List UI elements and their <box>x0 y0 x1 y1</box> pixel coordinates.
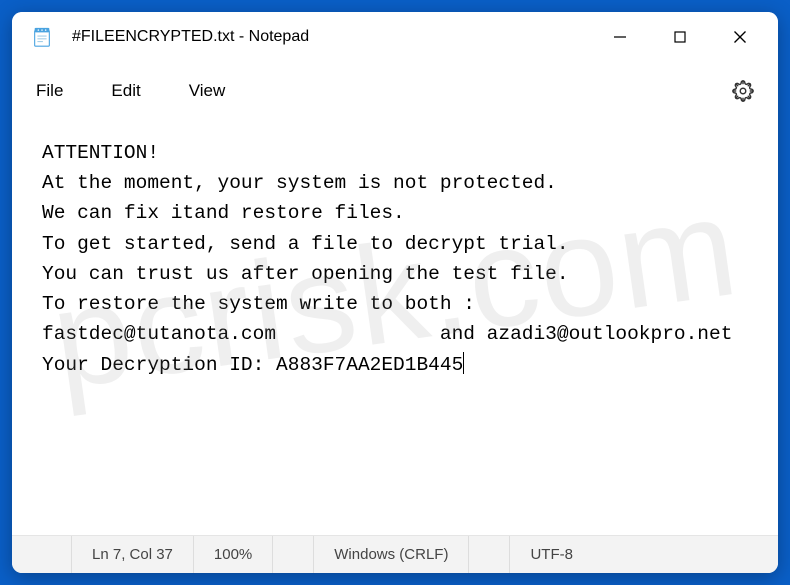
statusbar: Ln 7, Col 37 100% Windows (CRLF) UTF-8 <box>12 535 778 573</box>
text-line: Your Decryption ID: A883F7AA2ED1B445 <box>42 354 463 376</box>
status-cursor-position: Ln 7, Col 37 <box>72 536 194 573</box>
text-line: We can fix itand restore files. <box>42 202 405 224</box>
minimize-button[interactable] <box>590 17 650 57</box>
text-line: To get started, send a file to decrypt t… <box>42 233 569 255</box>
status-line-ending[interactable]: Windows (CRLF) <box>313 536 469 573</box>
status-encoding[interactable]: UTF-8 <box>509 536 593 573</box>
notepad-app-icon <box>30 25 54 49</box>
maximize-button[interactable] <box>650 17 710 57</box>
menu-file[interactable]: File <box>36 81 63 101</box>
notepad-window: #FILEENCRYPTED.txt - Notepad File Edit V… <box>12 12 778 573</box>
window-controls <box>590 17 770 57</box>
text-line: You can trust us after opening the test … <box>42 263 569 285</box>
close-button[interactable] <box>710 17 770 57</box>
text-line: ATTENTION! <box>42 142 159 164</box>
window-title: #FILEENCRYPTED.txt - Notepad <box>72 28 590 46</box>
status-zoom[interactable]: 100% <box>194 536 273 573</box>
status-spacer <box>12 536 72 573</box>
menu-edit[interactable]: Edit <box>111 81 140 101</box>
titlebar: #FILEENCRYPTED.txt - Notepad <box>12 12 778 62</box>
settings-button[interactable] <box>732 80 754 102</box>
menu-view[interactable]: View <box>189 81 226 101</box>
text-line: fastdec@tutanota.com and azadi3@outlookp… <box>42 323 732 345</box>
menubar: File Edit View <box>12 62 778 120</box>
text-caret <box>463 352 464 374</box>
text-line: At the moment, your system is not protec… <box>42 172 557 194</box>
text-area[interactable]: ATTENTION! At the moment, your system is… <box>12 120 778 535</box>
text-line: To restore the system write to both : <box>42 293 475 315</box>
